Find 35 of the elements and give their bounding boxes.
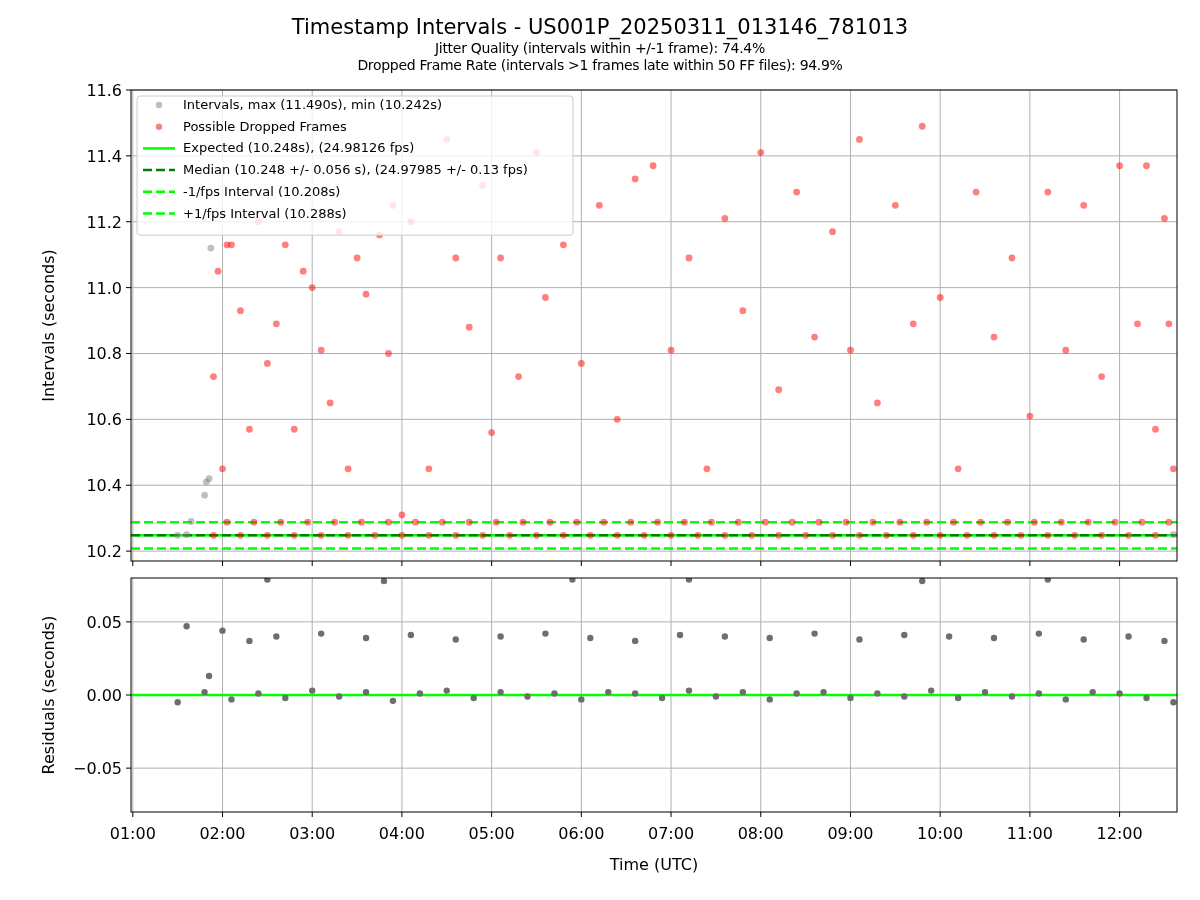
y-tick-label: 10.6	[86, 410, 122, 430]
y-tick-label: −0.05	[72, 759, 122, 779]
legend-label: +1/fps Interval (10.288s)	[183, 205, 347, 221]
y-tick-label: 11.6	[86, 81, 122, 100]
x-tick-label: 09:00	[827, 824, 874, 843]
y-tick-label: 11.4	[86, 146, 122, 166]
x-tick-label: 06:00	[558, 824, 605, 843]
x-tick-label: 05:00	[468, 824, 515, 843]
legend-label: Median (10.248 +/- 0.056 s), (24.97985 +/- 0.13 fps)	[183, 162, 528, 178]
x-tick-label: 10:00	[917, 824, 964, 843]
y-axis-label: Residuals (seconds)	[39, 615, 58, 775]
y-tick-label: 11.0	[86, 278, 122, 298]
y-tick-label: 11.2	[86, 212, 122, 232]
y-tick-label: 10.2	[86, 542, 122, 562]
x-tick-label: 08:00	[737, 824, 784, 843]
chart-subtitle: Jitter Quality (intervals within +/-1 frame): 74.4%	[435, 40, 765, 57]
x-tick-label: 03:00	[289, 824, 336, 843]
x-axis-label: Time (UTC)	[609, 855, 699, 874]
legend-label: Intervals, max (11.490s), min (10.242s)	[183, 97, 442, 112]
y-tick-label: 10.8	[86, 344, 122, 364]
y-tick-label: 0.05	[86, 612, 122, 632]
legend-label: Expected (10.248s), (24.98126 fps)	[183, 140, 415, 156]
y-tick-label: 10.4	[86, 476, 122, 496]
x-tick-label: 07:00	[648, 824, 695, 843]
legend-label: Possible Dropped Frames	[183, 118, 347, 134]
chart-title: Timestamp Intervals - US001P_20250311_013146_781013	[291, 14, 909, 40]
x-tick-label: 04:00	[378, 824, 425, 843]
x-tick-label: 02:00	[199, 824, 246, 843]
y-axis-label: Intervals (seconds)	[39, 249, 58, 402]
chart-subtitle: Dropped Frame Rate (intervals >1 frames late within 50 FF files): 94.9%	[357, 57, 843, 74]
y-tick-label: 0.00	[86, 686, 122, 705]
x-tick-label: 11:00	[1006, 824, 1053, 843]
x-tick-label: 01:00	[109, 824, 156, 843]
legend-label: -1/fps Interval (10.208s)	[183, 183, 341, 199]
x-tick-label: 12:00	[1096, 824, 1143, 843]
